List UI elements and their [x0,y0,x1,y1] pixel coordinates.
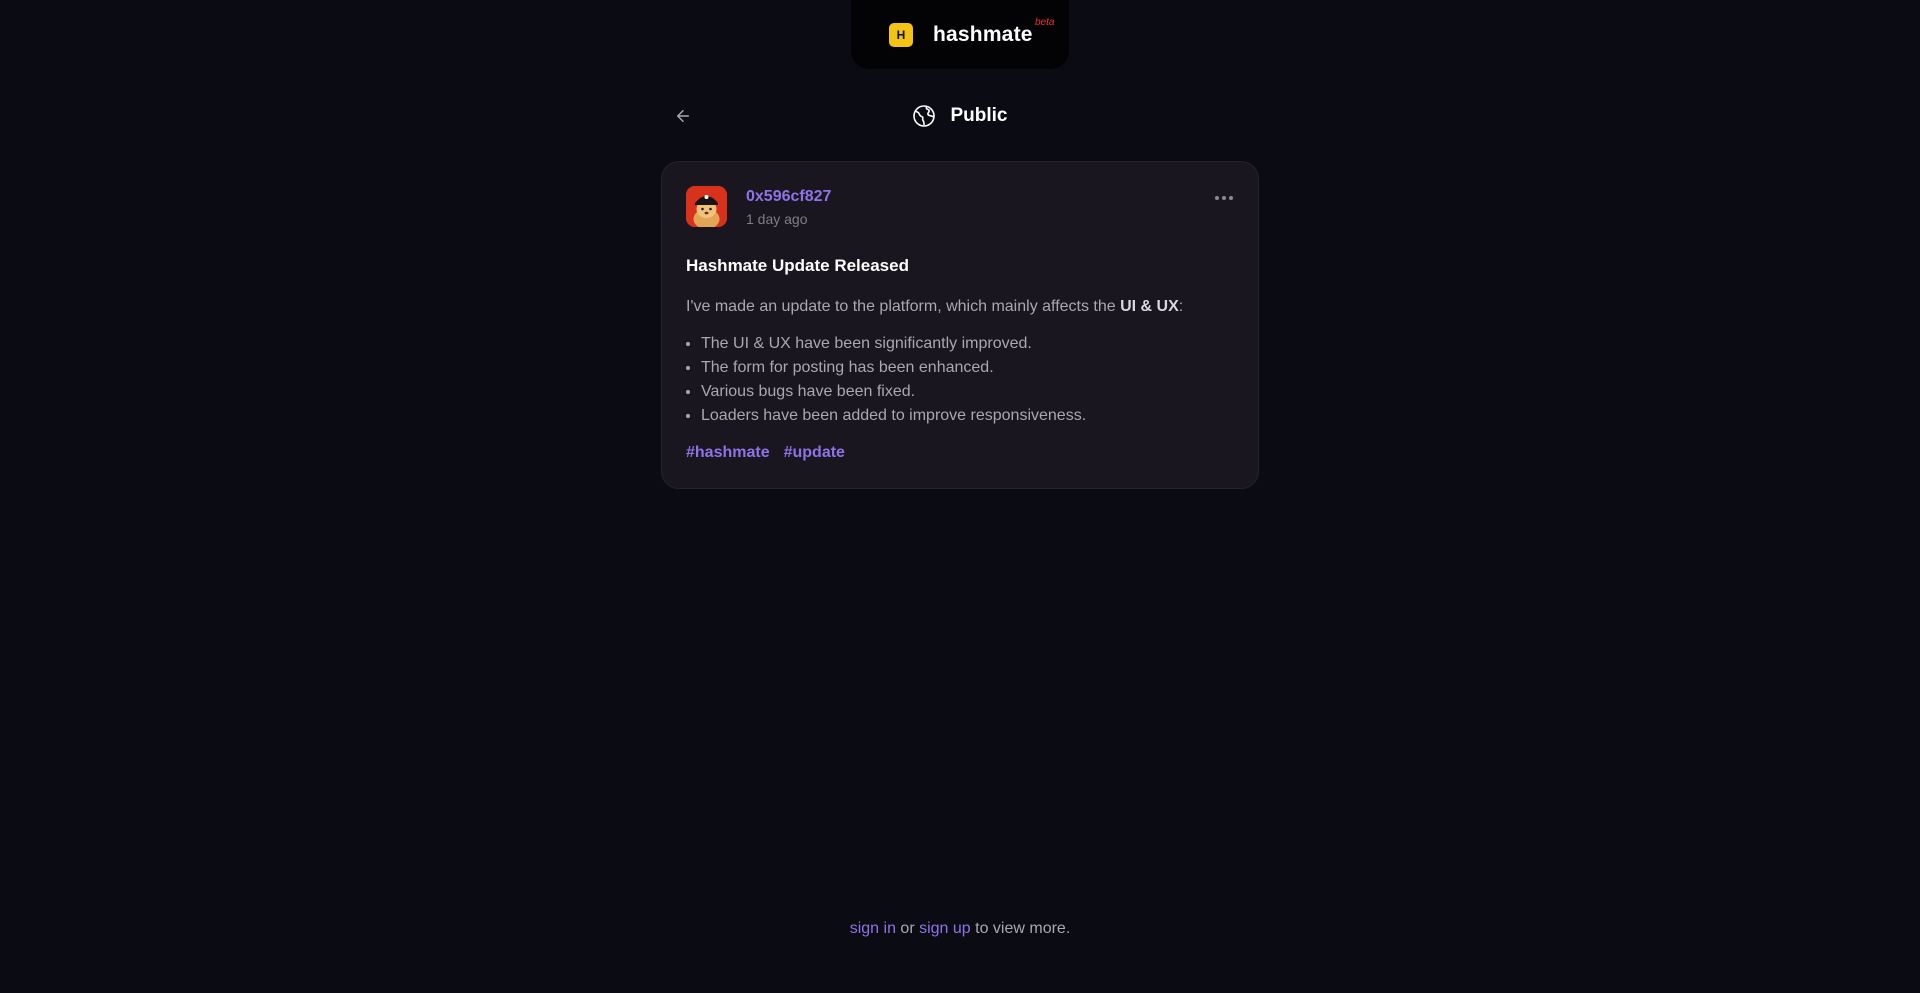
beta-badge: beta [1035,17,1055,28]
sign-up-link[interactable]: sign up [919,920,971,937]
footer-or-text: or [895,920,920,937]
more-horizontal-icon-dot [1222,196,1226,200]
avatar[interactable] [686,186,727,227]
footer-suffix-text: to view more. [970,920,1071,937]
brand-logo-icon: H [889,22,913,47]
tag-update[interactable]: #update [784,444,845,462]
brand-name: hashmate [933,22,1033,46]
post-timestamp: 1 day ago [746,211,808,227]
list-item: Loaders have been added to improve respo… [701,404,1086,428]
post-intro-suffix: : [1178,298,1184,315]
page-title: Public [950,105,1008,126]
post-bullet-list: The UI & UX have been significantly impr… [701,332,1086,428]
sign-in-link[interactable]: sign in [850,920,896,937]
more-horizontal-icon-dot [1229,196,1233,200]
post-card: 0x596cf827 1 day ago Hashmate Update Rel… [661,161,1259,489]
list-item: Various bugs have been fixed. [701,380,1086,404]
page-header: Public [661,96,1259,136]
auth-prompt: sign in or sign up to view more. [0,920,1920,938]
arrow-left-icon [677,110,689,122]
post-tags: #hashmate #update [686,444,845,462]
tag-hashmate[interactable]: #hashmate [686,444,770,462]
more-options-button[interactable] [1212,191,1236,205]
post-intro-bold: UI & UX [1120,298,1179,315]
avatar-image [686,186,727,227]
more-horizontal-icon-dot [1215,196,1219,200]
list-item: The UI & UX have been significantly impr… [701,332,1086,356]
post-intro-text: I've made an update to the platform, whi… [686,298,1121,315]
post-title: Hashmate Update Released [686,256,909,275]
globe-icon [913,105,936,127]
author-name[interactable]: 0x596cf827 [746,188,831,206]
brand-header[interactable]: H hashmate beta [851,0,1069,69]
post-intro: I've made an update to the platform, whi… [686,298,1183,316]
list-item: The form for posting has been enhanced. [701,356,1086,380]
back-button[interactable] [669,102,697,130]
